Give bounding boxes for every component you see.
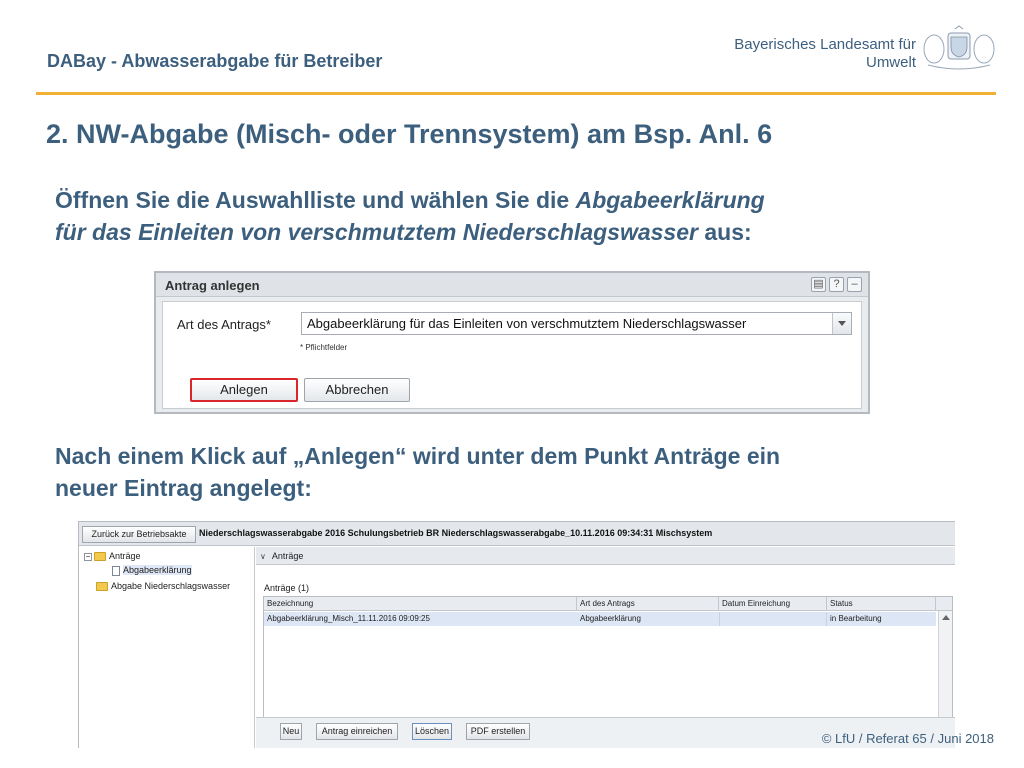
cell-art: Abgabeerklärung [580, 614, 641, 623]
organization-name: Bayerisches Landesamt für Umwelt [734, 36, 916, 72]
instruction-1-emphasis-1: Abgabeerklärung [575, 187, 765, 213]
cancel-button[interactable]: Abbrechen [304, 378, 410, 402]
cell-status: in Bearbeitung [830, 614, 882, 623]
tree-node-label: Anträge [109, 551, 141, 561]
tree-node-antraege[interactable]: − Anträge [84, 549, 141, 563]
folder-icon [94, 552, 106, 562]
panel-header[interactable]: ∨ Anträge [256, 547, 955, 565]
minimize-icon[interactable]: – [847, 277, 862, 292]
column-header-art[interactable]: Art des Antrags [577, 597, 719, 611]
grid-caption: Anträge (1) [264, 583, 310, 593]
create-pdf-button[interactable]: PDF erstellen [466, 723, 530, 740]
chevron-down-icon[interactable] [832, 313, 851, 334]
cell-bezeichnung: Abgabeerklärung_Misch_11.11.2016 09:09:2… [267, 614, 430, 623]
tree-node-label: Abgabeerklärung [123, 565, 192, 575]
application-type-value: Abgabeerklärung für das Einleiten von ve… [307, 316, 747, 331]
column-header-status[interactable]: Status [827, 597, 936, 611]
dialog-title: Antrag anlegen [165, 278, 260, 293]
grid-header: Bezeichnung Art des Antrags Datum Einrei… [264, 597, 952, 611]
delete-button[interactable]: Löschen [412, 723, 452, 740]
application-type-label: Art des Antrags* [177, 317, 271, 332]
instruction-1-suffix: aus: [697, 219, 752, 245]
required-fields-note: * Pflichtfelder [300, 343, 348, 352]
instruction-2-line-2: neuer Eintrag angelegt: [55, 475, 312, 501]
dialog-body: Art des Antrags* Abgabeerklärung für das… [162, 301, 862, 409]
collapse-icon[interactable]: − [84, 552, 92, 561]
window-title: Niederschlagswasserabgabe 2016 Schulungs… [199, 528, 713, 538]
instruction-paragraph-2: Nach einem Klick auf „Anlegen“ wird unte… [55, 440, 780, 504]
column-header-bezeichnung[interactable]: Bezeichnung [264, 597, 577, 611]
column-header-datum[interactable]: Datum Einreichung [719, 597, 827, 611]
navigation-tree: − Anträge Abgabeerklärung Abgabe Niedersc… [79, 547, 255, 748]
document-icon [112, 565, 120, 576]
application-type-select[interactable]: Abgabeerklärung für das Einleiten von ve… [301, 312, 852, 335]
organization-name-line1: Bayerisches Landesamt für [734, 36, 916, 53]
submit-application-button[interactable]: Antrag einreichen [316, 723, 398, 740]
slide-title: 2. NW-Abgabe (Misch- oder Trennsystem) a… [46, 119, 773, 149]
instruction-paragraph-1: Öffnen Sie die Auswahlliste und wählen S… [55, 184, 765, 248]
scroll-up-icon[interactable] [942, 615, 950, 620]
window-toolbar: Zurück zur Betriebsakte Niederschlagswas… [79, 522, 955, 546]
notes-icon[interactable]: ▤ [811, 277, 826, 292]
header-divider [36, 92, 996, 95]
panel-title: Anträge [271, 551, 304, 561]
create-application-dialog: Antrag anlegen ▤ ? – Art des Antrags* Ab… [154, 271, 870, 414]
chevron-down-icon[interactable]: ∨ [260, 548, 266, 566]
tree-node-label: Abgabe Niederschlagswasser [111, 581, 231, 591]
organization-name-line2: Umwelt [865, 54, 916, 71]
help-icon[interactable]: ? [829, 277, 844, 292]
tree-node-abgabe-niederschlagswasser[interactable]: Abgabe Niederschlagswasser [96, 579, 230, 593]
back-to-file-button[interactable]: Zurück zur Betriebsakte [82, 526, 196, 543]
folder-icon [96, 582, 108, 592]
instruction-1-text: Öffnen Sie die Auswahlliste und wählen S… [55, 187, 576, 213]
instruction-2-line-1: Nach einem Klick auf „Anlegen“ wird unte… [55, 443, 781, 469]
presentation-header: DABay - Abwasserabgabe für Betreiber [47, 51, 383, 71]
new-button[interactable]: Neu [280, 723, 302, 740]
cell-datum [719, 612, 827, 626]
bavarian-crest-logo [923, 25, 995, 70]
footer-copyright: © LfU / Referat 65 / Juni 2018 [821, 731, 994, 746]
table-row[interactable]: Abgabeerklärung_Misch_11.11.2016 09:09:2… [264, 612, 936, 626]
create-button[interactable]: Anlegen [190, 378, 298, 402]
tree-node-abgabeerklaerung[interactable]: Abgabeerklärung [112, 563, 192, 577]
application-window: Zurück zur Betriebsakte Niederschlagswas… [78, 521, 955, 748]
dialog-header: Antrag anlegen ▤ ? – [156, 273, 868, 297]
instruction-1-emphasis-2: für das Einleiten von verschmutztem Nied… [55, 219, 698, 245]
